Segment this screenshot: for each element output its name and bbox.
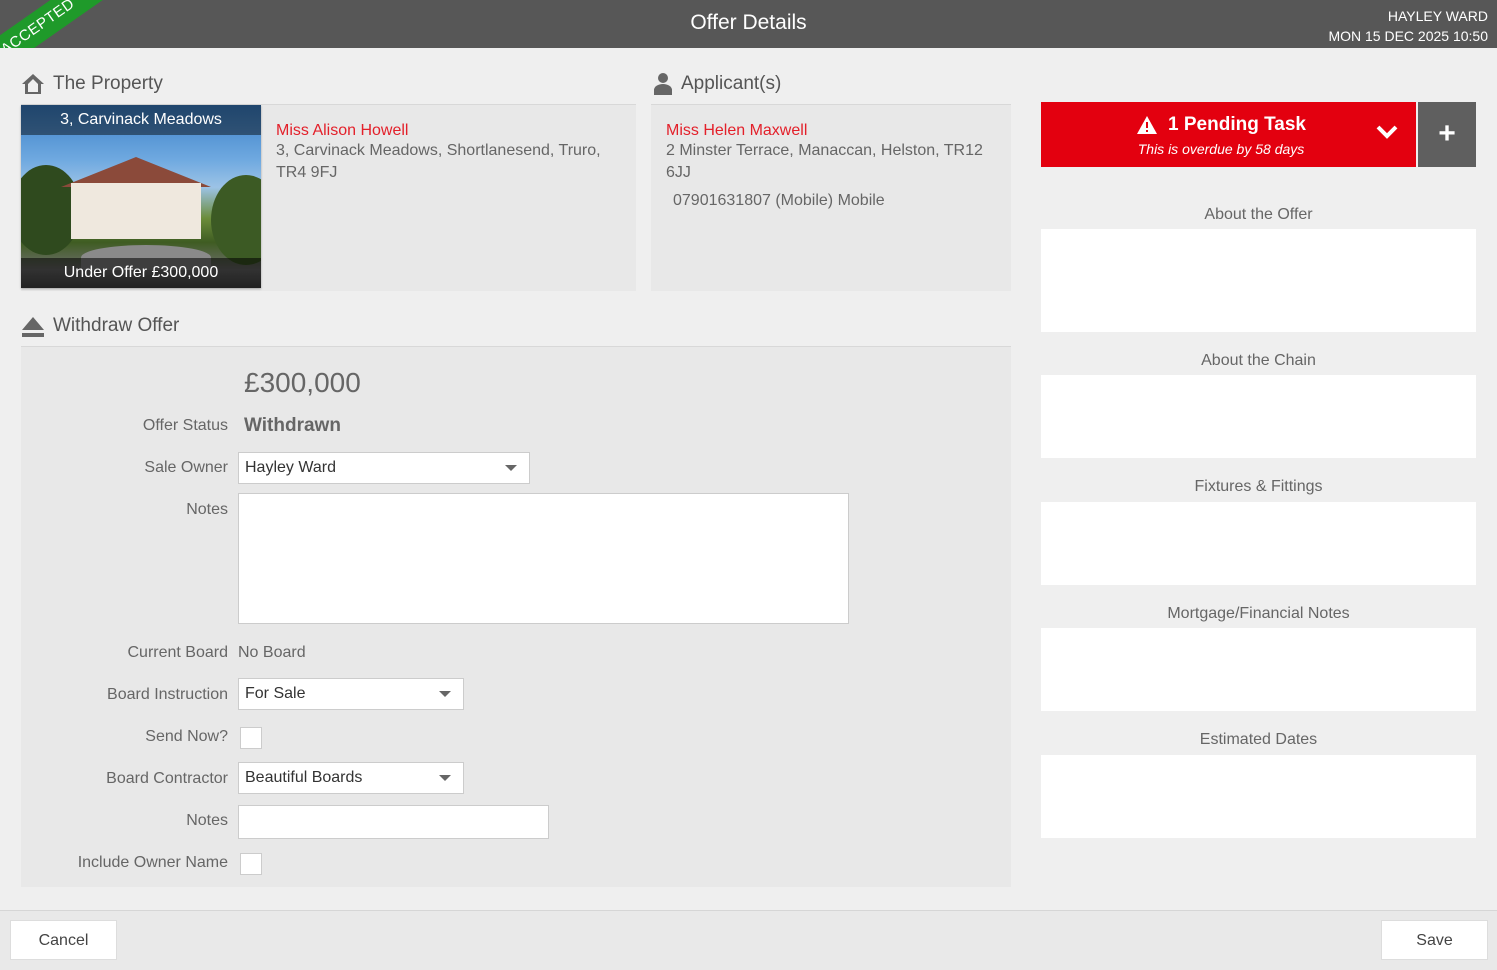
estimated-dates-label: Estimated Dates xyxy=(1199,731,1318,748)
include-owner-checkbox[interactable] xyxy=(240,853,262,875)
send-now-label: Send Now? xyxy=(145,728,228,745)
board-instruction-label: Board Instruction xyxy=(107,686,228,703)
applicant-address-line2: 6JJ xyxy=(666,164,691,181)
estimated-dates-box[interactable] xyxy=(1041,755,1476,838)
page-title: Offer Details xyxy=(690,11,807,34)
fixtures-box[interactable] xyxy=(1041,502,1476,585)
applicant-phone: 07901631807 (Mobile) Mobile xyxy=(673,192,885,209)
cancel-button[interactable]: Cancel xyxy=(10,920,117,960)
about-chain-label: About the Chain xyxy=(1201,352,1316,369)
current-board-label: Current Board xyxy=(127,644,229,661)
pending-task-banner[interactable]: 1 Pending Task This is overdue by 58 day… xyxy=(1041,102,1416,167)
add-task-button[interactable]: + xyxy=(1418,102,1476,167)
chevron-down-icon xyxy=(439,775,451,781)
mortgage-notes-label: Mortgage/Financial Notes xyxy=(1167,605,1350,622)
applicant-address-line1: 2 Minster Terrace, Manaccan, Helston, TR… xyxy=(666,142,983,159)
person-icon xyxy=(654,73,672,95)
board-notes-input[interactable] xyxy=(238,805,549,839)
top-bar: Offer Details HAYLEY WARD MON 15 DEC 202… xyxy=(0,0,1497,48)
warning-icon xyxy=(1137,116,1158,134)
property-address-line1: 3, Carvinack Meadows, Shortlanesend, Tru… xyxy=(276,142,601,159)
about-offer-box[interactable] xyxy=(1041,229,1476,332)
board-contractor-label: Board Contractor xyxy=(106,770,228,787)
notes-label: Notes xyxy=(186,501,228,518)
chevron-down-icon[interactable] xyxy=(1376,124,1398,140)
include-owner-label: Include Owner Name xyxy=(77,854,228,871)
board-contractor-select[interactable]: Beautiful Boards xyxy=(238,762,464,794)
sale-owner-label: Sale Owner xyxy=(144,459,228,476)
user-name: HAYLEY WARD xyxy=(1387,8,1488,24)
notes2-label: Notes xyxy=(186,812,228,829)
about-chain-box[interactable] xyxy=(1041,375,1476,458)
applicant-name-link[interactable]: Miss Helen Maxwell xyxy=(666,122,1001,140)
property-photo[interactable]: 3, Carvinack Meadows Under Offer £300,00… xyxy=(21,105,261,288)
offer-amount: £300,000 xyxy=(244,367,361,398)
user-info: HAYLEY WARD MON 15 DEC 2025 10:50 xyxy=(1328,6,1488,46)
offer-status-label: Offer Status xyxy=(142,417,228,434)
chevron-down-icon xyxy=(505,465,517,471)
withdraw-section-title: Withdraw Offer xyxy=(21,314,179,338)
mortgage-notes-box[interactable] xyxy=(1041,628,1476,711)
board-instruction-select[interactable]: For Sale xyxy=(238,678,464,710)
property-details: Miss Alison Howell 3, Carvinack Meadows,… xyxy=(276,122,626,184)
notes-textarea[interactable] xyxy=(238,493,849,624)
home-icon xyxy=(22,74,44,94)
fixtures-label: Fixtures & Fittings xyxy=(1194,478,1323,495)
chevron-down-icon xyxy=(439,691,451,697)
eject-icon xyxy=(22,317,44,337)
send-now-checkbox[interactable] xyxy=(240,727,262,749)
applicant-details: Miss Helen Maxwell 2 Minster Terrace, Ma… xyxy=(666,122,1001,212)
owner-name-link[interactable]: Miss Alison Howell xyxy=(276,122,626,140)
current-board-value: No Board xyxy=(238,644,306,661)
photo-address-caption: 3, Carvinack Meadows xyxy=(21,105,261,135)
property-section-title: The Property xyxy=(21,72,163,96)
footer-bar: Cancel Save xyxy=(0,910,1497,970)
pending-task-subtitle: This is overdue by 58 days xyxy=(1137,141,1305,157)
datetime: MON 15 DEC 2025 10:50 xyxy=(1328,28,1488,44)
about-offer-label: About the Offer xyxy=(1204,206,1313,223)
applicant-section-title: Applicant(s) xyxy=(653,72,781,96)
pending-task-title: 1 Pending Task xyxy=(1168,114,1306,135)
save-button[interactable]: Save xyxy=(1381,920,1488,960)
photo-status-caption: Under Offer £300,000 xyxy=(21,258,261,288)
offer-status-value: Withdrawn xyxy=(244,415,341,436)
sale-owner-select[interactable]: Hayley Ward xyxy=(238,452,530,484)
property-address-line2: TR4 9FJ xyxy=(276,164,338,181)
